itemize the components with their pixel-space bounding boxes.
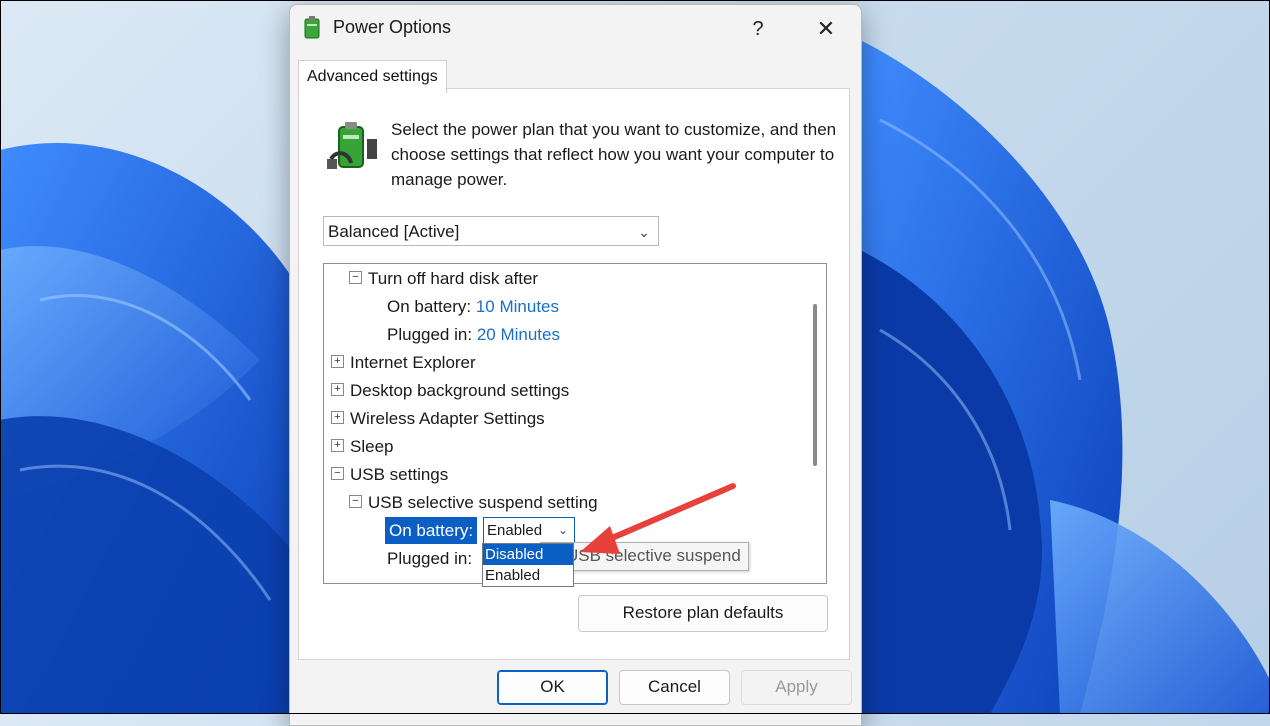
tree-item-desktop-background[interactable]: + Desktop background settings [331, 377, 569, 405]
chevron-down-icon: ⌄ [638, 224, 650, 240]
tree-item-label: USB settings [350, 465, 449, 484]
ok-button[interactable]: OK [497, 670, 608, 705]
tree-item-label: Internet Explorer [350, 353, 476, 372]
annotation-arrow-icon [580, 483, 736, 554]
cancel-button[interactable]: Cancel [619, 670, 730, 705]
collapse-icon[interactable]: − [331, 467, 344, 481]
tree-item-sleep[interactable]: + Sleep [331, 433, 393, 461]
help-button[interactable]: ? [738, 11, 778, 47]
usb-plugged-in-row: Plugged in: [387, 545, 472, 573]
usb-on-battery-combo[interactable]: Enabled ⌄ [483, 517, 575, 544]
dropdown-option-disabled[interactable]: Disabled [483, 544, 573, 565]
power-plan-select[interactable]: Balanced [Active] ⌄ [323, 216, 659, 246]
title-bar[interactable]: Power Options ? ✕ [290, 5, 861, 49]
chevron-down-icon[interactable]: ⌄ [558, 518, 568, 543]
tree-item-label: Sleep [350, 437, 394, 456]
hard-disk-plugged-in-row: Plugged in: 20 Minutes [387, 321, 560, 349]
power-options-icon [304, 16, 320, 39]
intro-text: Select the power plan that you want to c… [391, 120, 837, 189]
tree-item-hard-disk[interactable]: − Turn off hard disk after [349, 265, 538, 293]
restore-plan-defaults-button[interactable]: Restore plan defaults [578, 595, 828, 632]
tree-item-label: Turn off hard disk after [368, 269, 539, 288]
collapse-icon[interactable]: − [349, 495, 362, 509]
tree-item-label: Wireless Adapter Settings [350, 409, 545, 428]
hard-disk-on-battery-row: On battery: 10 Minutes [387, 293, 559, 321]
tree-item-usb-selective-suspend[interactable]: − USB selective suspend setting [349, 489, 598, 517]
setting-label: On battery: [387, 297, 472, 316]
tree-item-label: USB selective suspend setting [368, 493, 598, 512]
setting-label: Plugged in: [387, 325, 473, 344]
setting-label: Plugged in: [387, 549, 473, 568]
hard-disk-on-battery-value[interactable]: 10 Minutes [476, 297, 559, 316]
window-title: Power Options [333, 17, 452, 37]
tree-scrollbar[interactable] [813, 304, 817, 466]
tree-item-wireless-adapter[interactable]: + Wireless Adapter Settings [331, 405, 545, 433]
power-plan-value: Balanced [Active] [328, 222, 460, 241]
usb-on-battery-dropdown-list[interactable]: Disabled Enabled [482, 543, 574, 587]
tree-item-internet-explorer[interactable]: + Internet Explorer [331, 349, 476, 377]
apply-button[interactable]: Apply [741, 670, 852, 705]
expand-icon[interactable]: + [331, 439, 344, 453]
close-button[interactable]: ✕ [804, 11, 848, 47]
expand-icon[interactable]: + [331, 411, 344, 425]
dropdown-option-enabled[interactable]: Enabled [483, 565, 573, 586]
hard-disk-plugged-in-value[interactable]: 20 Minutes [477, 325, 560, 344]
power-options-dialog: Power Options ? ✕ Advanced settings Sele… [289, 4, 862, 726]
collapse-icon[interactable]: − [349, 271, 362, 285]
advanced-settings-panel: Select the power plan that you want to c… [298, 88, 850, 660]
tree-item-label: Desktop background settings [350, 381, 570, 400]
usb-on-battery-label: On battery: [385, 517, 478, 544]
tab-advanced-settings[interactable]: Advanced settings [298, 60, 447, 93]
usb-on-battery-value: Enabled [487, 522, 543, 539]
expand-icon[interactable]: + [331, 355, 344, 369]
tree-item-usb-settings[interactable]: − USB settings [331, 461, 448, 489]
battery-plug-icon [327, 122, 377, 169]
expand-icon[interactable]: + [331, 383, 344, 397]
